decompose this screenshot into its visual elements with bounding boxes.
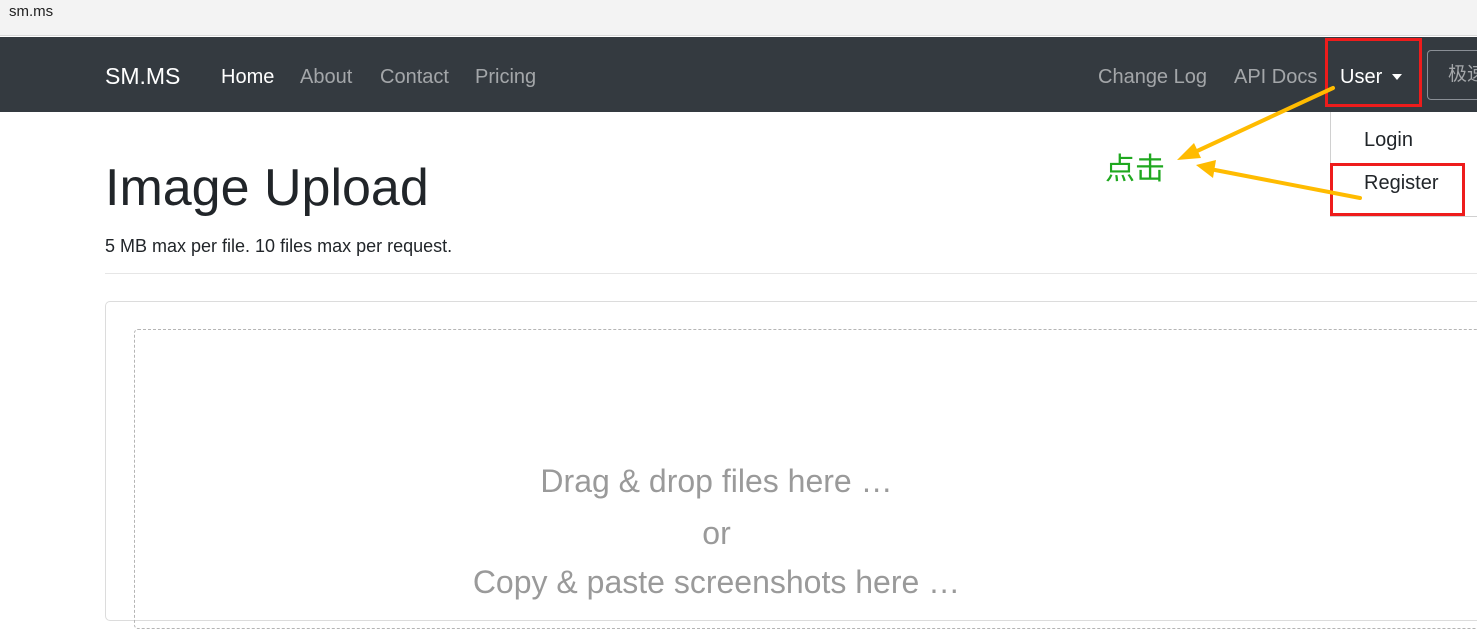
divider: [105, 273, 1477, 274]
caret-down-icon: [1392, 74, 1403, 80]
upload-limits-text: 5 MB max per file. 10 files max per requ…: [105, 236, 453, 256]
nav-link-pricing[interactable]: Pricing: [475, 65, 536, 89]
user-dropdown-label: User: [1340, 66, 1383, 88]
dropzone-or-text: or: [702, 515, 731, 551]
user-dropdown-menu: Login Register: [1330, 112, 1477, 217]
language-button[interactable]: 极速: [1427, 50, 1477, 100]
user-dropdown-toggle[interactable]: User: [1340, 65, 1403, 89]
dropzone-drag-text: Drag & drop files here …: [540, 463, 893, 499]
nav-link-home[interactable]: Home: [221, 65, 274, 89]
nav-link-api-docs[interactable]: API Docs: [1234, 65, 1317, 89]
page-title: Image Upload: [105, 159, 429, 217]
dropdown-item-register[interactable]: Register: [1364, 171, 1438, 195]
annotation-arrowhead-2: [1196, 160, 1216, 178]
dropzone-paste-text: Copy & paste screenshots here …: [472, 564, 961, 600]
brand-logo[interactable]: SM.MS: [105, 63, 180, 89]
nav-link-about[interactable]: About: [300, 65, 352, 89]
top-navbar: SM.MS Home About Contact Pricing Change …: [0, 37, 1477, 112]
annotation-label: 点击: [1105, 152, 1165, 187]
browser-url[interactable]: sm.ms: [9, 3, 53, 21]
dropdown-item-login[interactable]: Login: [1364, 128, 1413, 152]
nav-link-change-log[interactable]: Change Log: [1098, 65, 1207, 89]
browser-address-bar[interactable]: sm.ms: [0, 0, 1477, 36]
nav-link-contact[interactable]: Contact: [380, 65, 449, 89]
annotation-arrowhead-1: [1177, 143, 1201, 160]
